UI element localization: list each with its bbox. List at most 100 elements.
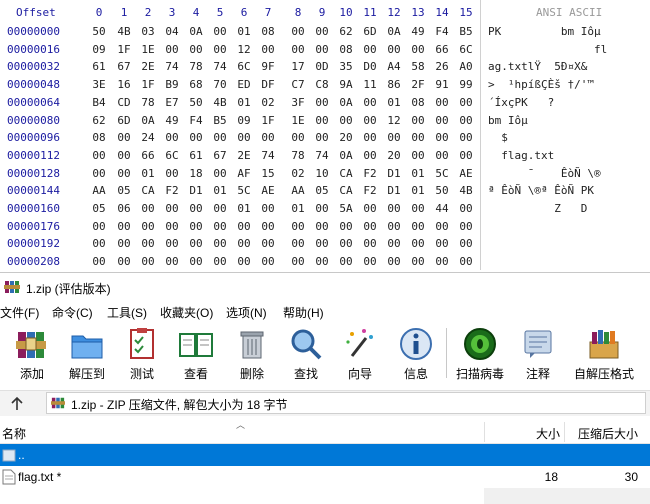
hex-row[interactable]: 00000064 B4 CD 78 E7 50 4B 01 02 3F 00 0A 00 01 08 00 00… (0, 96, 650, 115)
hex-byte[interactable]: 9A (335, 78, 357, 91)
hex-byte[interactable]: B4 (88, 96, 110, 109)
hex-byte[interactable]: 00 (233, 131, 255, 144)
hex-byte[interactable]: CA (335, 184, 357, 197)
hex-byte[interactable]: 00 (257, 220, 279, 233)
hex-byte[interactable]: DF (257, 78, 279, 91)
hex-byte[interactable]: AE (455, 167, 477, 180)
hex-byte[interactable]: 20 (383, 149, 405, 162)
hex-byte[interactable]: 1F (113, 43, 135, 56)
hex-ascii[interactable]: ag.txtlŸ 5Ð¤X& (488, 60, 587, 73)
hex-byte[interactable]: 50 (88, 25, 110, 38)
hex-row[interactable]: 00000000 50 4B 03 04 0A 00 01 08 00 00 62 6D 0A 49 F4 B5… (0, 25, 650, 44)
hex-byte[interactable]: 00 (137, 237, 159, 250)
hex-byte[interactable]: 74 (311, 149, 333, 162)
hex-byte[interactable]: 00 (311, 220, 333, 233)
hex-byte[interactable]: 01 (233, 202, 255, 215)
hex-byte[interactable]: 00 (407, 114, 429, 127)
hex-byte[interactable]: 86 (383, 78, 405, 91)
hex-byte[interactable]: 6D (359, 25, 381, 38)
extract-to-button[interactable]: 解压到 (62, 326, 112, 382)
list-item-parent[interactable]: .. (0, 444, 650, 466)
hex-byte[interactable]: 00 (431, 255, 453, 268)
hex-byte[interactable]: 01 (137, 167, 159, 180)
hex-byte[interactable]: AA (287, 184, 309, 197)
hex-row[interactable]: 00000192 00 00 00 00 00 00 00 00 00 00 00 00 00 00 00 00 (0, 237, 650, 256)
hex-byte[interactable]: 08 (257, 25, 279, 38)
hex-byte[interactable]: 00 (311, 237, 333, 250)
hex-row[interactable]: 00000128 00 00 01 00 18 00 AF 15 02 10 CA F2 D1 01 5C AE… (0, 167, 650, 186)
menu-commands[interactable]: 命令(C) (52, 304, 93, 321)
hex-byte[interactable]: 61 (88, 60, 110, 73)
view-button[interactable]: 查看 (172, 326, 220, 382)
hex-row[interactable]: 00000160 05 06 00 00 00 00 01 00 01 00 5A 00 00 00 44 00… (0, 202, 650, 221)
hex-byte[interactable]: 66 (431, 43, 453, 56)
hex-byte[interactable]: 00 (383, 255, 405, 268)
delete-button[interactable]: 删除 (230, 326, 274, 382)
hex-byte[interactable]: 00 (185, 220, 207, 233)
hex-byte[interactable]: 6C (455, 43, 477, 56)
hex-byte[interactable]: 00 (137, 255, 159, 268)
hex-byte[interactable]: 00 (113, 149, 135, 162)
hex-byte[interactable]: 5C (431, 167, 453, 180)
hex-byte[interactable]: B9 (161, 78, 183, 91)
hex-byte[interactable]: 09 (233, 114, 255, 127)
hex-byte[interactable]: 3F (287, 96, 309, 109)
hex-byte[interactable]: AA (88, 184, 110, 197)
hex-byte[interactable]: 01 (383, 96, 405, 109)
hex-byte[interactable]: 00 (287, 237, 309, 250)
hex-byte[interactable]: 68 (185, 78, 207, 91)
hex-row[interactable]: 00000032 61 67 2E 74 78 74 6C 9F 17 0D 35 D0 A4 58 26 A0… (0, 60, 650, 79)
hex-row[interactable]: 00000016 09 1F 1E 00 00 00 12 00 00 00 08 00 00 00 66 6C… (0, 43, 650, 62)
hex-byte[interactable]: 05 (311, 184, 333, 197)
hex-byte[interactable]: 00 (88, 149, 110, 162)
hex-byte[interactable]: 1E (287, 114, 309, 127)
hex-byte[interactable]: C7 (287, 78, 309, 91)
hex-byte[interactable]: 24 (137, 131, 159, 144)
hex-byte[interactable]: 00 (455, 149, 477, 162)
hex-byte[interactable]: 00 (185, 255, 207, 268)
hex-byte[interactable]: 00 (407, 220, 429, 233)
hex-byte[interactable]: 00 (407, 237, 429, 250)
column-name[interactable]: 名称 (2, 425, 26, 442)
hex-byte[interactable]: 00 (233, 255, 255, 268)
hex-byte[interactable]: F4 (185, 114, 207, 127)
hex-byte[interactable]: 02 (287, 167, 309, 180)
menu-tools[interactable]: 工具(S) (107, 304, 147, 321)
hex-byte[interactable]: 9F (257, 60, 279, 73)
hex-byte[interactable]: 6C (161, 149, 183, 162)
hex-byte[interactable]: 08 (407, 96, 429, 109)
hex-byte[interactable]: 00 (359, 149, 381, 162)
hex-byte[interactable]: 00 (407, 131, 429, 144)
hex-byte[interactable]: 00 (233, 220, 255, 233)
hex-byte[interactable]: 00 (185, 202, 207, 215)
hex-byte[interactable]: 00 (455, 96, 477, 109)
hex-byte[interactable]: 26 (431, 60, 453, 73)
hex-ascii[interactable]: $ (488, 131, 508, 144)
hex-byte[interactable]: 00 (431, 237, 453, 250)
hex-byte[interactable]: 99 (455, 78, 477, 91)
test-button[interactable]: 测试 (120, 326, 164, 382)
hex-byte[interactable]: 00 (257, 43, 279, 56)
hex-byte[interactable]: 5C (233, 184, 255, 197)
hex-byte[interactable]: 03 (137, 25, 159, 38)
hex-byte[interactable]: 0A (137, 114, 159, 127)
hex-byte[interactable]: 00 (335, 114, 357, 127)
hex-byte[interactable]: 00 (383, 43, 405, 56)
hex-byte[interactable]: 00 (359, 202, 381, 215)
hex-byte[interactable]: F2 (359, 167, 381, 180)
hex-byte[interactable]: 00 (455, 255, 477, 268)
hex-byte[interactable]: 78 (185, 60, 207, 73)
hex-byte[interactable]: 00 (209, 167, 231, 180)
hex-byte[interactable]: 0A (383, 25, 405, 38)
hex-byte[interactable]: 00 (407, 43, 429, 56)
hex-byte[interactable]: 17 (287, 60, 309, 73)
hex-byte[interactable]: 00 (185, 131, 207, 144)
hex-byte[interactable]: D1 (185, 184, 207, 197)
hex-byte[interactable]: 12 (383, 114, 405, 127)
column-divider[interactable] (564, 422, 565, 442)
hex-byte[interactable]: 00 (257, 131, 279, 144)
hex-byte[interactable]: 0D (311, 60, 333, 73)
hex-byte[interactable]: 00 (359, 43, 381, 56)
hex-byte[interactable]: 00 (209, 237, 231, 250)
hex-byte[interactable]: 00 (161, 255, 183, 268)
